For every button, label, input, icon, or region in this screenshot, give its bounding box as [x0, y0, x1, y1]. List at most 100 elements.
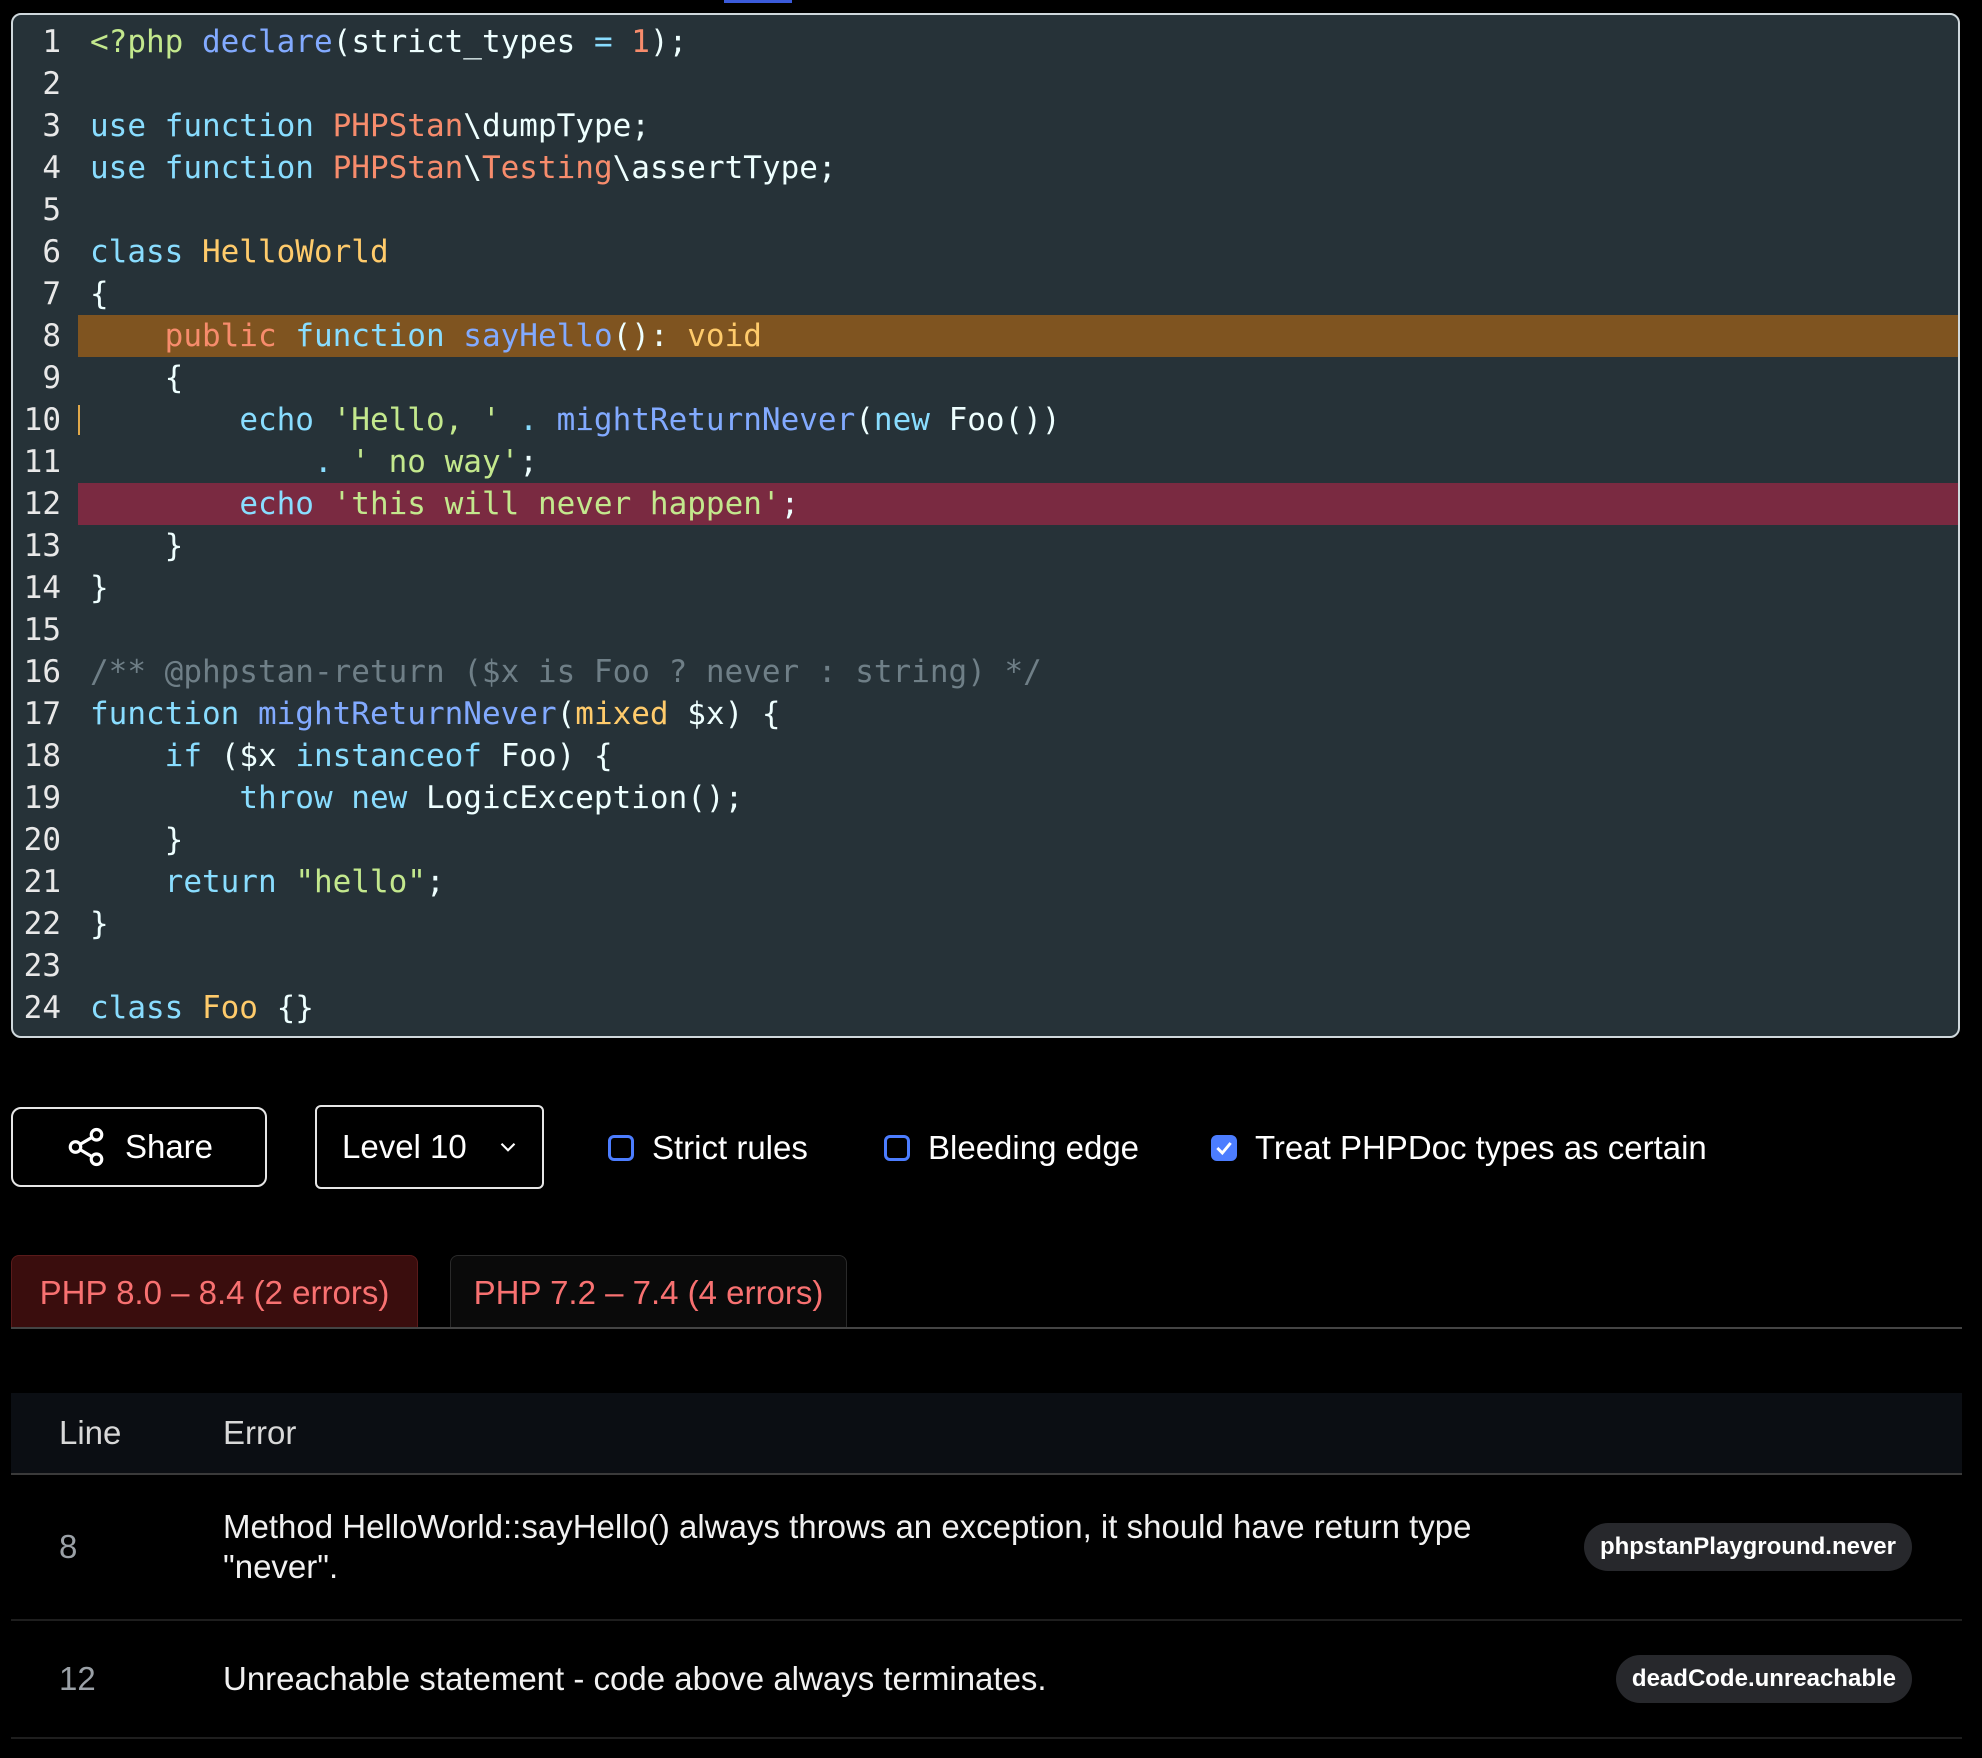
code-token: }	[90, 822, 184, 858]
code-text[interactable]: . ' no way';	[78, 441, 1958, 483]
code-line[interactable]: 18 if ($x instanceof Foo) {	[13, 735, 1958, 777]
code-token: .	[313, 444, 352, 480]
code-line[interactable]: 16 /** @phpstan-return ($x is Foo ? never…	[13, 651, 1958, 693]
code-token: Foo) {	[500, 738, 613, 774]
code-text[interactable]: }	[78, 525, 1958, 567]
code-line[interactable]: 8 public function sayHello(): void	[13, 315, 1958, 357]
strict-rules-checkbox[interactable]: Strict rules	[608, 1128, 808, 1168]
code-line[interactable]: 3 use function PHPStan\dumpType;	[13, 105, 1958, 147]
table-row: 12 Unreachable statement - code above al…	[11, 1621, 1962, 1739]
code-line[interactable]: 15	[13, 609, 1958, 651]
table-row: 8 Method HelloWorld::sayHello() always t…	[11, 1475, 1962, 1621]
code-text[interactable]: use function PHPStan\Testing\assertType;	[78, 147, 1958, 189]
code-line[interactable]: 23	[13, 945, 1958, 987]
line-number: 24	[23, 990, 61, 1026]
code-token: $x) {	[687, 696, 781, 732]
code-token: function	[90, 696, 258, 732]
code-token: <?php	[90, 24, 202, 60]
code-text[interactable]: echo 'Hello, ' . mightReturnNever(new Fo…	[78, 399, 1958, 441]
phpdoc-certain-checkbox[interactable]: Treat PHPDoc types as certain	[1211, 1128, 1707, 1168]
code-line[interactable]: 14}	[13, 567, 1958, 609]
code-token: }	[90, 906, 109, 942]
share-button[interactable]: Share	[11, 1107, 267, 1187]
bleeding-edge-label: Bleeding edge	[928, 1129, 1140, 1166]
code-text[interactable]: }	[78, 819, 1958, 861]
code-text[interactable]: use function PHPStan\dumpType;	[78, 105, 1958, 147]
code-line[interactable]: 19 throw new LogicException();	[13, 777, 1958, 819]
line-number: 9	[42, 360, 61, 396]
strict-rules-box[interactable]	[608, 1135, 634, 1161]
line-number: 15	[23, 612, 61, 648]
code-text[interactable]: {	[78, 357, 1958, 399]
code-text[interactable]: <?php declare(strict_types = 1);	[78, 21, 1958, 63]
code-text[interactable]	[78, 945, 1958, 987]
code-line[interactable]: 2	[13, 63, 1958, 105]
code-line[interactable]: 11 . ' no way';	[13, 441, 1958, 483]
code-token: class	[90, 990, 202, 1026]
code-token: PHPStan	[332, 108, 464, 144]
line-number: 19	[23, 780, 61, 816]
code-text[interactable]: return "hello";	[78, 861, 1958, 903]
code-line[interactable]: 9 {	[13, 357, 1958, 399]
code-token: strict_types	[351, 24, 594, 60]
code-text[interactable]: throw new LogicException();	[78, 777, 1958, 819]
errors-table-header: Line Error	[11, 1393, 1962, 1475]
phpdoc-certain-label: Treat PHPDoc types as certain	[1255, 1129, 1707, 1166]
code-token: ;	[780, 486, 800, 522]
code-token: (	[556, 696, 576, 732]
code-line[interactable]: 4 use function PHPStan\Testing\assertType…	[13, 147, 1958, 189]
phpdoc-certain-box[interactable]	[1211, 1135, 1237, 1161]
bleeding-edge-checkbox[interactable]: Bleeding edge	[884, 1128, 1139, 1168]
code-text[interactable]	[78, 63, 1958, 105]
code-text[interactable]	[78, 189, 1958, 231]
code-token: =	[593, 24, 632, 60]
code-text[interactable]: class HelloWorld	[78, 231, 1958, 273]
code-editor[interactable]: 1 <?php declare(strict_types = 1); 2 3 use f…	[11, 13, 1960, 1038]
code-text[interactable]: }	[78, 567, 1958, 609]
code-line[interactable]: 10 echo 'Hello, ' . mightReturnNever(new…	[13, 399, 1958, 441]
code-line[interactable]: 13 }	[13, 525, 1958, 567]
code-text[interactable]: }	[78, 903, 1958, 945]
level-select[interactable]: Level 10	[315, 1105, 544, 1189]
code-text[interactable]	[78, 609, 1958, 651]
code-line[interactable]: 12 echo 'this will never happen';	[13, 483, 1958, 525]
code-line[interactable]: 17 function mightReturnNever(mixed $x) {	[13, 693, 1958, 735]
code-token: class	[90, 234, 202, 270]
tabs-divider	[11, 1327, 1962, 1329]
code-line[interactable]: 20 }	[13, 819, 1958, 861]
line-number: 11	[23, 444, 61, 480]
code-token: use	[90, 150, 165, 186]
code-text[interactable]: /** @phpstan-return ($x is Foo ? never :…	[78, 651, 1958, 693]
code-text[interactable]: if ($x instanceof Foo) {	[78, 735, 1958, 777]
line-number: 1	[42, 24, 61, 60]
code-token: void	[687, 318, 762, 354]
code-line[interactable]: 22}	[13, 903, 1958, 945]
code-token: \	[463, 150, 482, 186]
code-line[interactable]: 1 <?php declare(strict_types = 1);	[13, 21, 1958, 63]
code-token: if	[164, 738, 221, 774]
tab-php-7[interactable]: PHP 7.2 – 7.4 (4 errors)	[450, 1255, 847, 1329]
line-number: 13	[23, 528, 61, 564]
code-text[interactable]: {	[78, 273, 1958, 315]
code-line[interactable]: 21 return "hello";	[13, 861, 1958, 903]
code-line[interactable]: 5	[13, 189, 1958, 231]
error-line-number: 12	[59, 1660, 96, 1697]
code-text[interactable]: public function sayHello(): void	[78, 315, 1958, 357]
code-token: return	[164, 864, 296, 900]
code-token: public	[164, 318, 296, 354]
code-line[interactable]: 7{	[13, 273, 1958, 315]
code-text[interactable]: class Foo {}	[78, 987, 1958, 1029]
code-token: ' no way'	[351, 444, 520, 480]
code-text[interactable]: function mightReturnNever(mixed $x) {	[78, 693, 1958, 735]
bleeding-edge-box[interactable]	[884, 1135, 910, 1161]
code-text[interactable]: echo 'this will never happen';	[78, 483, 1958, 525]
tab-php-8[interactable]: PHP 8.0 – 8.4 (2 errors)	[11, 1255, 418, 1329]
code-line[interactable]: 24 class Foo {}	[13, 987, 1958, 1029]
code-line[interactable]: 6 class HelloWorld	[13, 231, 1958, 273]
line-number: 6	[42, 234, 61, 270]
code-token: new	[873, 402, 949, 438]
